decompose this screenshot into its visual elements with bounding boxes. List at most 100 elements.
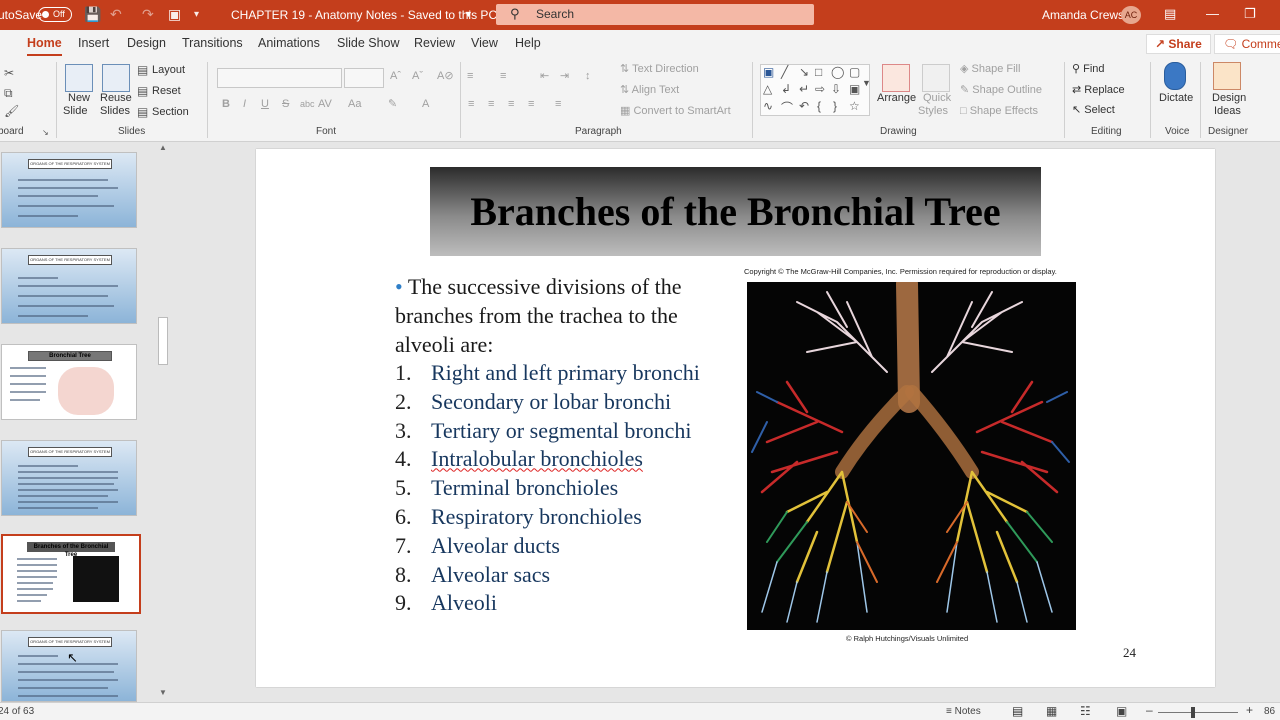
tab-design[interactable]: Design bbox=[127, 36, 166, 50]
replace-button[interactable]: ⇄ Replace bbox=[1072, 84, 1125, 97]
undo-icon[interactable]: ↶ bbox=[110, 6, 122, 23]
slide-intro-text[interactable]: • The successive divisions of the branch… bbox=[395, 272, 735, 359]
zoom-slider[interactable] bbox=[1158, 712, 1238, 713]
design-ideas-icon[interactable] bbox=[1213, 62, 1241, 90]
elbow-icon[interactable]: ↵ bbox=[799, 82, 809, 96]
quick-styles-icon[interactable] bbox=[922, 64, 950, 92]
bullets-icon[interactable]: ≡ bbox=[467, 70, 473, 83]
down-arrow-icon[interactable]: ⇩ bbox=[831, 82, 841, 96]
flowchart-icon[interactable]: ▣ bbox=[849, 82, 860, 96]
section-button[interactable]: Section bbox=[152, 106, 189, 119]
autosave-toggle[interactable]: Off bbox=[38, 7, 72, 22]
slide-canvas[interactable]: Branches of the Bronchial Tree • The suc… bbox=[256, 149, 1215, 687]
ribbon-display-icon[interactable]: ▤ bbox=[1164, 6, 1176, 22]
brace-left-icon[interactable]: { bbox=[817, 99, 821, 113]
quick-styles-label[interactable]: Quick bbox=[923, 92, 951, 105]
slide-thumbnail[interactable]: ORGANS OF THE RESPIRATORY SYSTEM bbox=[1, 152, 137, 228]
decrease-indent-icon[interactable]: ⇤ bbox=[540, 70, 549, 83]
present-icon[interactable]: ▣ bbox=[168, 6, 181, 23]
strikethrough-button[interactable]: S bbox=[282, 98, 289, 111]
tab-view[interactable]: View bbox=[471, 36, 498, 50]
reuse-slides-label[interactable]: Reuse bbox=[100, 92, 132, 105]
find-button[interactable]: ⚲ Find bbox=[1072, 63, 1105, 76]
align-left-icon[interactable]: ≡ bbox=[468, 98, 474, 111]
clear-formatting-icon[interactable]: A⊘ bbox=[437, 70, 454, 83]
star-icon[interactable]: ☆ bbox=[849, 99, 860, 113]
slide-title[interactable]: Branches of the Bronchial Tree bbox=[430, 167, 1041, 256]
tab-review[interactable]: Review bbox=[414, 36, 455, 50]
grow-font-icon[interactable]: Aˆ bbox=[390, 70, 401, 83]
italic-button[interactable]: I bbox=[243, 98, 246, 111]
notes-button[interactable]: ≡ Notes bbox=[946, 706, 981, 717]
slideshow-icon[interactable]: ▣ bbox=[1116, 704, 1127, 718]
reading-view-icon[interactable]: ☷ bbox=[1080, 704, 1091, 718]
textbox-icon[interactable]: ▣ bbox=[763, 65, 774, 79]
font-name-box[interactable] bbox=[217, 68, 342, 88]
convert-smartart-button[interactable]: ▦ Convert to SmartArt bbox=[620, 105, 731, 118]
user-name[interactable]: Amanda Crews bbox=[1042, 8, 1124, 22]
thumbnail-scrollbar[interactable]: ▲ ▼ bbox=[156, 142, 170, 702]
arrow-line-icon[interactable]: ↘ bbox=[799, 65, 809, 79]
slide-thumbnail-pane[interactable]: ORGANS OF THE RESPIRATORY SYSTEM ORGANS … bbox=[0, 142, 172, 702]
tab-animations[interactable]: Animations bbox=[258, 36, 320, 50]
font-color-icon[interactable]: A bbox=[422, 98, 429, 111]
reset-button[interactable]: Reset bbox=[152, 85, 181, 98]
shape-fill-button[interactable]: ◈ Shape Fill bbox=[960, 63, 1020, 76]
reuse-slides-label-2[interactable]: Slides bbox=[100, 105, 130, 118]
shape-outline-button[interactable]: ✎ Shape Outline bbox=[960, 84, 1042, 97]
customize-qat-icon[interactable]: ▾ bbox=[194, 9, 199, 20]
zoom-in-icon[interactable]: + bbox=[1246, 703, 1253, 717]
triangle-icon[interactable]: △ bbox=[763, 82, 772, 96]
line-spacing-icon[interactable]: ↕ bbox=[585, 70, 591, 83]
redo-icon[interactable]: ↷ bbox=[142, 6, 154, 23]
dictate-button[interactable]: Dictate bbox=[1159, 92, 1193, 105]
shape-effects-button[interactable]: □ Shape Effects bbox=[960, 105, 1038, 118]
comments-button[interactable]: 🗨 Commen bbox=[1214, 34, 1280, 54]
text-direction-button[interactable]: ⇅ Text Direction bbox=[620, 63, 699, 76]
underline-button[interactable]: U bbox=[261, 98, 269, 111]
line-icon[interactable]: ╱ bbox=[781, 65, 788, 79]
change-case-icon[interactable]: Aa bbox=[348, 98, 361, 111]
cut-icon[interactable]: ✂ bbox=[4, 66, 14, 80]
new-slide-icon[interactable] bbox=[65, 64, 93, 92]
document-title[interactable]: CHAPTER 19 - Anatomy Notes - Saved to th… bbox=[231, 8, 497, 22]
align-center-icon[interactable]: ≡ bbox=[488, 98, 494, 111]
slide-thumbnail[interactable]: ORGANS OF THE RESPIRATORY SYSTEM bbox=[1, 630, 137, 702]
slide-thumbnail[interactable]: Bronchial Tree bbox=[1, 344, 137, 420]
copy-icon[interactable]: ⧉ bbox=[4, 86, 13, 101]
scroll-down-icon[interactable]: ▼ bbox=[159, 688, 167, 697]
zoom-level[interactable]: 86 bbox=[1264, 706, 1275, 717]
slide-thumbnail[interactable]: ORGANS OF THE RESPIRATORY SYSTEM bbox=[1, 248, 137, 324]
connector-icon[interactable]: ↲ bbox=[781, 82, 791, 96]
oval-icon[interactable]: ◯ bbox=[831, 65, 844, 79]
microphone-icon[interactable] bbox=[1164, 62, 1186, 90]
bracket-icon[interactable]: ↶ bbox=[799, 99, 809, 113]
tab-home[interactable]: Home bbox=[27, 36, 62, 56]
tab-help[interactable]: Help bbox=[515, 36, 541, 50]
tab-transitions[interactable]: Transitions bbox=[182, 36, 243, 50]
avatar[interactable]: AC bbox=[1121, 6, 1141, 24]
zoom-slider-thumb[interactable] bbox=[1191, 707, 1195, 718]
arrange-label[interactable]: Arrange bbox=[877, 92, 916, 105]
highlight-icon[interactable]: ✎ bbox=[388, 98, 397, 111]
layout-button[interactable]: Layout bbox=[152, 64, 185, 77]
chevron-down-icon[interactable]: ▼ bbox=[464, 9, 473, 19]
design-ideas-label[interactable]: Design bbox=[1212, 92, 1246, 105]
bold-button[interactable]: B bbox=[222, 98, 230, 111]
align-text-button[interactable]: ⇅ Align Text bbox=[620, 84, 679, 97]
align-right-icon[interactable]: ≡ bbox=[508, 98, 514, 111]
tab-insert[interactable]: Insert bbox=[78, 36, 109, 50]
dialog-launcher-icon[interactable]: ↘ bbox=[42, 128, 49, 137]
new-slide-label[interactable]: New bbox=[68, 92, 90, 105]
scroll-up-icon[interactable]: ▲ bbox=[159, 143, 167, 152]
arrange-icon[interactable] bbox=[882, 64, 910, 92]
numbering-icon[interactable]: ≡ bbox=[500, 70, 506, 83]
columns-icon[interactable]: ≡ bbox=[555, 98, 561, 111]
character-spacing-button[interactable]: AV bbox=[318, 98, 332, 111]
scrollbar-thumb[interactable] bbox=[158, 317, 168, 365]
slide-sorter-icon[interactable]: ▦ bbox=[1046, 704, 1057, 718]
bronchial-tree-cast-image[interactable] bbox=[747, 282, 1076, 630]
select-button[interactable]: ↖ Select bbox=[1072, 104, 1115, 117]
shadow-icon[interactable]: abc bbox=[300, 98, 315, 111]
zoom-out-icon[interactable]: – bbox=[1146, 703, 1153, 717]
